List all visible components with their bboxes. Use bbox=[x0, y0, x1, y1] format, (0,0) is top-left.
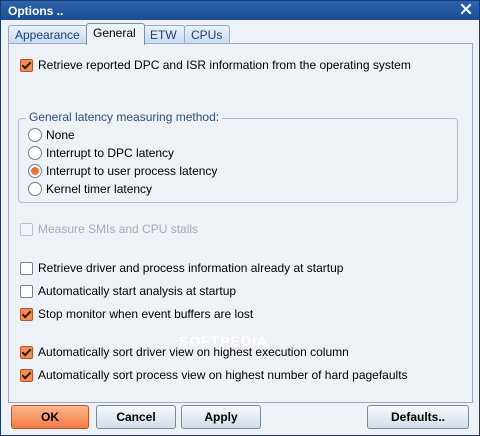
method-user-process-label: Interrupt to user process latency bbox=[46, 164, 218, 178]
general-panel: Retrieve reported DPC and ISR informatio… bbox=[8, 43, 473, 403]
measure-smis-checkbox: Measure SMIs and CPU stalls bbox=[20, 221, 320, 237]
title-bar: Options .. bbox=[1, 1, 479, 20]
retrieve-dpc-checkbox[interactable]: Retrieve reported DPC and ISR informatio… bbox=[20, 57, 460, 73]
checkbox-box[interactable] bbox=[20, 59, 33, 72]
checkbox-box bbox=[20, 223, 33, 236]
tab-appearance[interactable]: Appearance bbox=[8, 25, 88, 44]
radio-circle-selected[interactable] bbox=[28, 164, 42, 178]
method-none-radio[interactable]: None bbox=[28, 127, 328, 143]
checkbox-box[interactable] bbox=[20, 346, 33, 359]
ok-button[interactable]: OK bbox=[11, 405, 89, 429]
tab-appearance-label: Appearance bbox=[15, 28, 80, 42]
tab-cpus[interactable]: CPUs bbox=[184, 25, 230, 44]
tab-etw-label: ETW bbox=[150, 28, 177, 42]
close-icon[interactable] bbox=[459, 2, 473, 16]
sort-process-checkbox[interactable]: Automatically sort process view on highe… bbox=[20, 367, 460, 383]
sort-process-label: Automatically sort process view on highe… bbox=[38, 368, 408, 382]
defaults-button[interactable]: Defaults.. bbox=[367, 405, 469, 429]
method-dpc-radio[interactable]: Interrupt to DPC latency bbox=[28, 145, 328, 161]
method-user-process-radio[interactable]: Interrupt to user process latency bbox=[28, 163, 328, 179]
checkbox-box[interactable] bbox=[20, 285, 33, 298]
apply-button[interactable]: Apply bbox=[181, 405, 261, 429]
checkbox-box[interactable] bbox=[20, 369, 33, 382]
method-kernel-timer-label: Kernel timer latency bbox=[46, 182, 153, 196]
tab-general-label: General bbox=[93, 26, 136, 40]
method-kernel-timer-radio[interactable]: Kernel timer latency bbox=[28, 181, 328, 197]
retrieve-driver-info-checkbox[interactable]: Retrieve driver and process information … bbox=[20, 260, 460, 276]
retrieve-driver-info-label: Retrieve driver and process information … bbox=[38, 261, 344, 275]
retrieve-dpc-label: Retrieve reported DPC and ISR informatio… bbox=[38, 58, 411, 72]
measure-smis-label: Measure SMIs and CPU stalls bbox=[38, 222, 199, 236]
radio-circle[interactable] bbox=[28, 146, 42, 160]
checkbox-box[interactable] bbox=[20, 262, 33, 275]
radio-circle[interactable] bbox=[28, 128, 42, 142]
latency-method-legend: General latency measuring method: bbox=[26, 110, 223, 124]
auto-start-checkbox[interactable]: Automatically start analysis at startup bbox=[20, 283, 460, 299]
window-title: Options .. bbox=[8, 4, 64, 18]
cancel-button[interactable]: Cancel bbox=[96, 405, 176, 429]
method-none-label: None bbox=[46, 128, 75, 142]
method-dpc-label: Interrupt to DPC latency bbox=[46, 146, 175, 160]
auto-start-label: Automatically start analysis at startup bbox=[38, 284, 237, 298]
stop-monitor-label: Stop monitor when event buffers are lost bbox=[38, 307, 254, 321]
tab-etw[interactable]: ETW bbox=[143, 25, 185, 44]
radio-circle[interactable] bbox=[28, 182, 42, 196]
options-dialog: Options .. Appearance General ETW CPUs R… bbox=[0, 0, 480, 436]
tab-general[interactable]: General bbox=[86, 23, 145, 45]
tab-cpus-label: CPUs bbox=[191, 28, 223, 42]
watermark: SOFTPEDIA bbox=[179, 333, 269, 349]
stop-monitor-checkbox[interactable]: Stop monitor when event buffers are lost bbox=[20, 306, 460, 322]
checkbox-box[interactable] bbox=[20, 308, 33, 321]
